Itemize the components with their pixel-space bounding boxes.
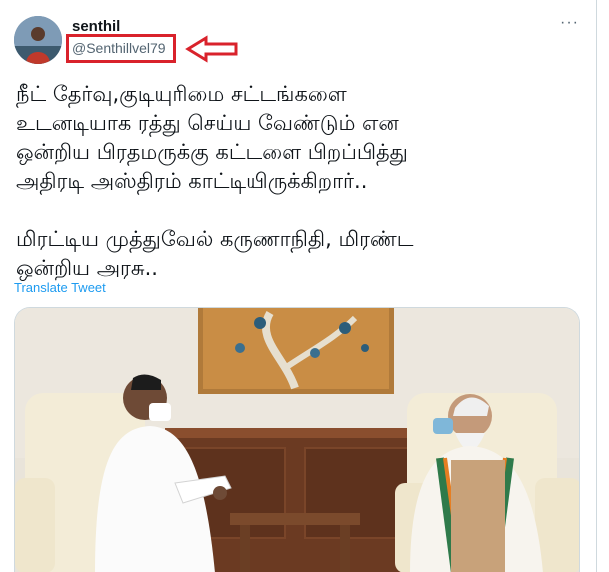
tweet-card: senthil @Senthillvel79 ··· நீட் தேர்வு,க… [0, 0, 596, 572]
more-options-icon[interactable]: ··· [560, 14, 579, 32]
tweet-line: அதிரடி அஸ்திரம் காட்டியிருக்கிறார்.. [16, 169, 368, 193]
meeting-photo [15, 308, 579, 572]
avatar[interactable] [14, 16, 62, 64]
tweet-line: ஒன்றிய அரசு.. [16, 256, 158, 280]
author-handle[interactable]: @Senthillvel79 [72, 40, 166, 56]
card-border [596, 0, 597, 572]
avatar-image [14, 16, 62, 64]
tweet-line: உடனடியாக ரத்து செய்ய வேண்டும் என [16, 111, 399, 135]
tweet-line: மிரட்டிய முத்துவேல் கருணாநிதி, மிரண்ட [16, 227, 414, 251]
left-arrow-annotation-icon [185, 35, 238, 63]
tweet-photo[interactable] [14, 307, 580, 572]
author-name[interactable]: senthil [72, 18, 120, 35]
tweet-text: நீட் தேர்வு,குடியுரிமை சட்டங்களை உடனடியா… [16, 80, 588, 283]
tweet-line: நீட் தேர்வு,குடியுரிமை சட்டங்களை [16, 82, 347, 106]
translate-tweet-link[interactable]: Translate Tweet [14, 280, 106, 295]
tweet-line: ஒன்றிய பிரதமருக்கு கட்டளை பிறப்பித்து [16, 140, 408, 164]
